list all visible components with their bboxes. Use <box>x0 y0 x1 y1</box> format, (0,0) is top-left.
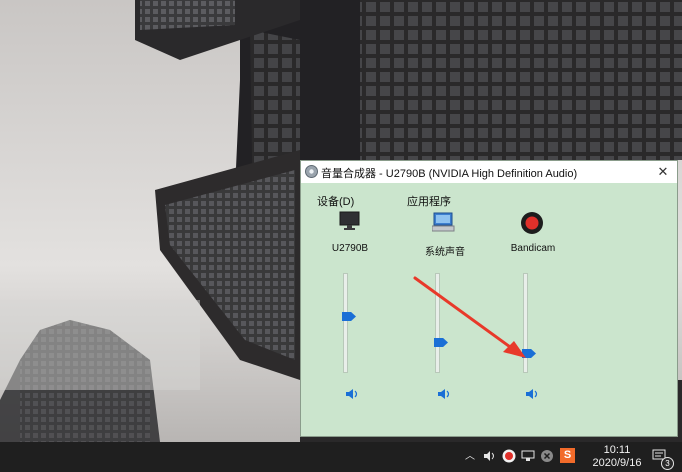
system-clock[interactable]: 10:11 2020/9/16 <box>589 444 645 470</box>
close-circle-tray-icon[interactable] <box>540 449 554 463</box>
taskbar: ︿ S 10:11 2020/9/16 3 <box>0 442 682 472</box>
show-hidden-icons-button[interactable]: ︿ <box>465 450 475 464</box>
bandicam-tray-icon[interactable] <box>502 449 516 463</box>
volume-tray-icon[interactable] <box>483 450 497 462</box>
clock-time: 10:11 <box>603 444 631 456</box>
annotation-arrow <box>413 276 526 358</box>
network-tray-icon[interactable] <box>521 450 535 462</box>
clock-date: 2020/9/16 <box>592 457 642 469</box>
notification-count-badge: 3 <box>661 457 674 470</box>
sogou-input-icon[interactable]: S <box>560 448 575 463</box>
